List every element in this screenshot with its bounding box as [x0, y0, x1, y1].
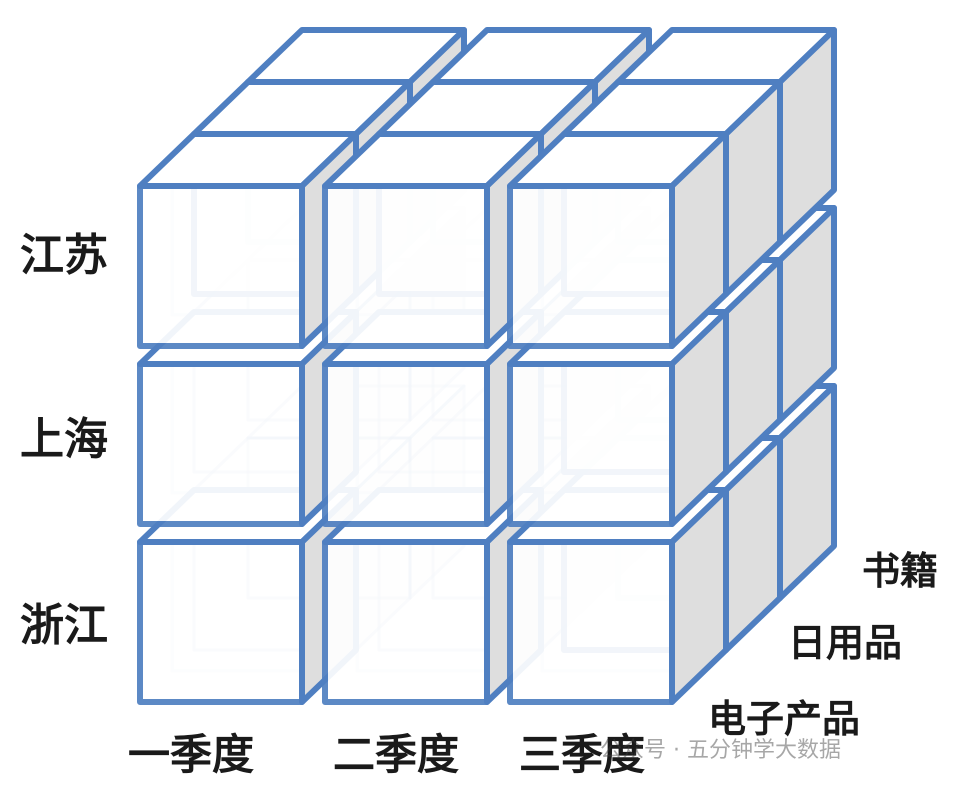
watermark-text: 公众号 · 五分钟学大数据	[600, 738, 841, 763]
olap-cube-diagram	[137, 27, 837, 705]
cube-cell-front-face	[322, 361, 490, 527]
cube-cell-front-face	[507, 361, 675, 527]
cube-cell-front-face	[507, 183, 675, 349]
cube-cell-front-face	[137, 539, 305, 705]
depth-label-electronics: 电子产品	[708, 697, 861, 741]
row-label-jiangsu: 江苏	[20, 230, 108, 281]
cube-cell-front-face	[322, 539, 490, 705]
column-label-q2: 二季度	[333, 730, 460, 779]
column-label-q1: 一季度	[128, 730, 255, 779]
row-label-shanghai: 上海	[20, 414, 108, 465]
cube-cell-front-face	[507, 539, 675, 705]
depth-label-daily-goods: 日用品	[788, 621, 903, 665]
cube-cell-front-face	[322, 183, 490, 349]
depth-label-books: 书籍	[862, 549, 939, 593]
cube-cell-front-face	[137, 183, 305, 349]
row-label-zhejiang: 浙江	[20, 600, 108, 651]
cube-cell-front-face	[137, 361, 305, 527]
